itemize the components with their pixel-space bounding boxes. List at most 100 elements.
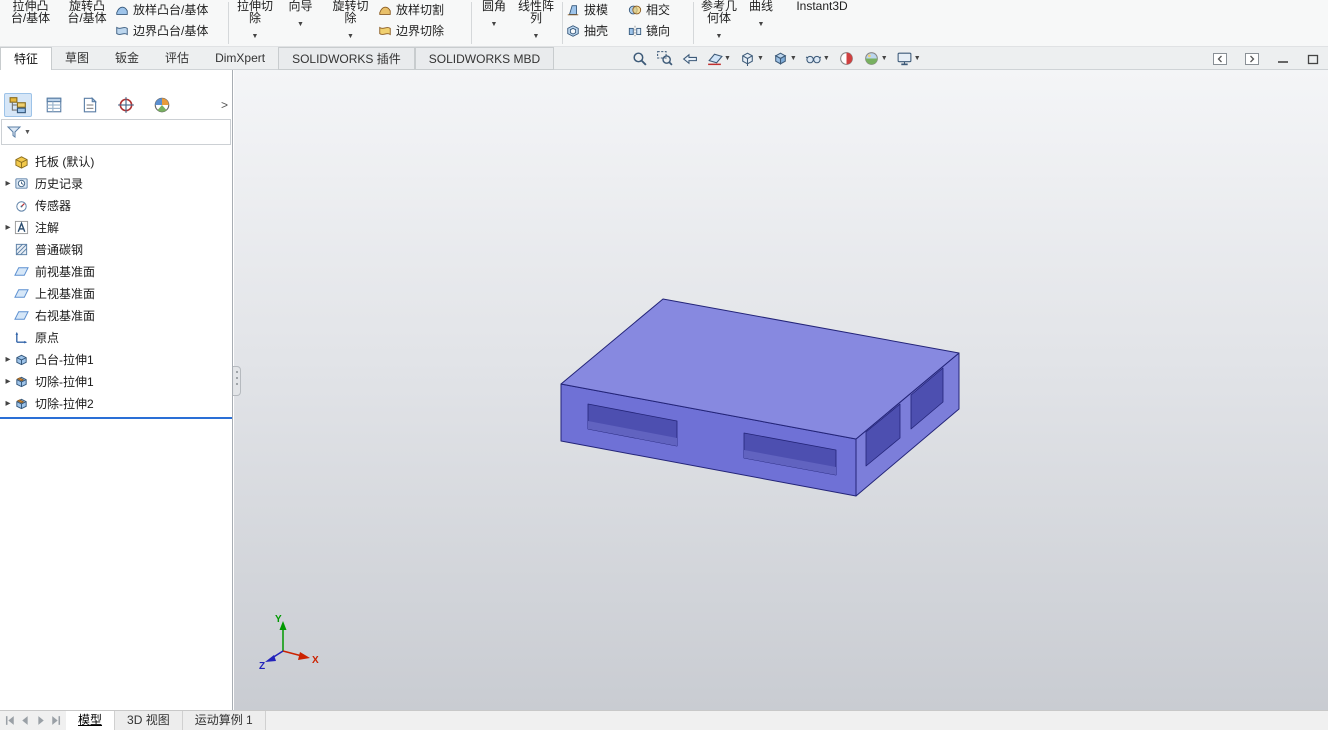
tree-row-material[interactable]: 普通碳钢 <box>0 238 232 260</box>
button-label: 边界凸台/基体 <box>133 24 209 38</box>
property-manager-tab[interactable] <box>40 93 68 117</box>
dropdown-arrow-icon[interactable]: ▼ <box>533 33 540 40</box>
display-manager-tab[interactable] <box>148 93 176 117</box>
shell-button[interactable]: 抽壳 <box>566 23 628 38</box>
extruded-boss-button[interactable]: 拉伸凸 台/基体 <box>2 0 59 46</box>
expand-arrow-icon[interactable]: ▸ <box>2 376 14 387</box>
instant3d-button[interactable]: Instant3D <box>787 0 857 46</box>
lofted-cut-button[interactable]: 放样切割 <box>378 2 468 17</box>
tab-model[interactable]: 模型 <box>66 711 116 730</box>
previous-view-button[interactable] <box>680 49 699 69</box>
previous-pane-icon[interactable] <box>1212 51 1228 67</box>
tree-root-row[interactable]: 托板 (默认) <box>0 150 232 172</box>
dropdown-arrow-icon[interactable]: ▼ <box>881 55 888 62</box>
tree-row-cut-extrude2[interactable]: ▸ 切除-拉伸2 <box>0 392 232 414</box>
dropdown-arrow-icon[interactable]: ▼ <box>790 55 797 62</box>
section-view-button[interactable]: ▼ <box>705 49 732 69</box>
curves-button[interactable]: 曲线 ▼ <box>741 0 781 46</box>
filter-funnel-icon[interactable] <box>6 124 22 140</box>
view-orientation-button[interactable]: ▼ <box>738 49 765 69</box>
reference-geometry-button[interactable]: 参考几 何体 ▼ <box>697 0 741 46</box>
boundary-boss-button[interactable]: 边界凸台/基体 <box>115 23 225 38</box>
tree-row-front-plane[interactable]: 前视基准面 <box>0 260 232 282</box>
apply-scene-button[interactable]: ▼ <box>862 49 889 69</box>
material-icon <box>14 242 31 257</box>
tab-3d-views[interactable]: 3D 视图 <box>115 711 183 730</box>
linear-pattern-button[interactable]: 线性阵 列 ▼ <box>513 0 559 46</box>
tree-row-top-plane[interactable]: 上视基准面 <box>0 282 232 304</box>
dropdown-arrow-icon[interactable]: ▼ <box>823 55 830 62</box>
tree-row-right-plane[interactable]: 右视基准面 <box>0 304 232 326</box>
display-style-button[interactable]: ▼ <box>771 49 798 69</box>
tab-sheet-metal[interactable]: 钣金 <box>102 47 152 70</box>
tab-motion-study-1[interactable]: 运动算例 1 <box>182 711 266 730</box>
panel-flyout-arrow-icon[interactable]: > <box>221 98 228 112</box>
configuration-manager-tab[interactable] <box>76 93 104 117</box>
previous-tab-icon[interactable] <box>19 714 32 727</box>
next-pane-icon[interactable] <box>1244 51 1260 67</box>
dropdown-arrow-icon[interactable]: ▼ <box>24 129 31 136</box>
feature-manager-tree-tab[interactable] <box>4 93 32 117</box>
boundary-cut-button[interactable]: 边界切除 <box>378 23 468 38</box>
pallet-model[interactable] <box>560 298 960 497</box>
extruded-cut-button[interactable]: 拉伸切 除 ▼ <box>232 0 278 46</box>
zoom-to-area-button[interactable] <box>655 49 674 69</box>
tree-row-annotations[interactable]: ▸ 注解 <box>0 216 232 238</box>
shell-icon <box>567 24 579 37</box>
tree-row-cut-extrude1[interactable]: ▸ 切除-拉伸1 <box>0 370 232 392</box>
fillet-button[interactable]: 圆角 ▼ <box>475 0 513 46</box>
dropdown-arrow-icon[interactable]: ▼ <box>757 55 764 62</box>
dropdown-arrow-icon[interactable]: ▼ <box>914 55 921 62</box>
first-tab-icon[interactable] <box>4 714 17 727</box>
dropdown-arrow-icon[interactable]: ▼ <box>724 55 731 62</box>
part-icon <box>14 154 31 169</box>
tree-row-history[interactable]: ▸ 历史记录 <box>0 172 232 194</box>
minimize-icon[interactable] <box>1276 52 1290 66</box>
graphics-viewport[interactable]: Y X Z <box>234 70 1328 710</box>
dropdown-arrow-icon[interactable]: ▼ <box>297 21 304 28</box>
tab-dimxpert[interactable]: DimXpert <box>202 47 278 70</box>
tree-row-origin[interactable]: 原点 <box>0 326 232 348</box>
hide-show-items-icon <box>805 55 822 64</box>
button-label: 曲线 <box>748 0 773 13</box>
panel-splitter-handle[interactable] <box>233 366 241 396</box>
tab-solidworks-addins[interactable]: SOLIDWORKS 插件 <box>278 47 415 70</box>
dimxpert-manager-tab[interactable] <box>112 93 140 117</box>
next-tab-icon[interactable] <box>34 714 47 727</box>
expand-arrow-icon[interactable]: ▸ <box>2 178 14 189</box>
hide-show-items-button[interactable]: ▼ <box>804 49 831 69</box>
tab-solidworks-mbd[interactable]: SOLIDWORKS MBD <box>414 47 555 70</box>
view-settings-button[interactable]: ▼ <box>895 49 922 69</box>
lofted-boss-button[interactable]: 放样凸台/基体 <box>115 2 225 17</box>
dropdown-arrow-icon[interactable]: ▼ <box>252 33 259 40</box>
tab-features[interactable]: 特征 <box>0 47 53 70</box>
revolved-cut-button[interactable]: 旋转切 除 ▼ <box>323 0 378 46</box>
section-view-icon <box>708 53 723 66</box>
zoom-to-fit-button[interactable] <box>630 49 649 69</box>
tab-evaluate[interactable]: 评估 <box>152 47 202 70</box>
tree-row-sensors[interactable]: 传感器 <box>0 194 232 216</box>
restore-icon[interactable] <box>1306 52 1320 66</box>
expand-arrow-icon[interactable]: ▸ <box>2 398 14 409</box>
expand-arrow-icon[interactable]: ▸ <box>2 222 14 233</box>
dropdown-arrow-icon[interactable]: ▼ <box>758 21 765 28</box>
expand-arrow-icon[interactable]: ▸ <box>2 354 14 365</box>
draft-button[interactable]: 拔模 <box>566 2 628 17</box>
tree-row-boss-extrude1[interactable]: ▸ 凸台-拉伸1 <box>0 348 232 370</box>
solidworks-window: 拉伸凸 台/基体 旋转凸 台/基体 放样凸台/基体 边界凸台/基体 拉伸切 除 … <box>0 0 1328 730</box>
intersect-button[interactable]: 相交 <box>628 2 690 17</box>
cut-extrude-icon <box>14 396 31 411</box>
boundary-cut-icon <box>379 26 391 35</box>
tab-sketch[interactable]: 草图 <box>52 47 102 70</box>
edit-appearance-button[interactable] <box>837 49 856 69</box>
mirror-button[interactable]: 镜向 <box>628 23 690 38</box>
rollback-bar[interactable] <box>0 417 232 419</box>
dropdown-arrow-icon[interactable]: ▼ <box>347 33 354 40</box>
last-tab-icon[interactable] <box>49 714 62 727</box>
dropdown-arrow-icon[interactable]: ▼ <box>491 21 498 28</box>
hole-wizard-button[interactable]: 向导 ▼ <box>278 0 323 46</box>
tree-filter-input[interactable] <box>32 122 226 142</box>
dropdown-arrow-icon[interactable]: ▼ <box>716 33 723 40</box>
orientation-triad: Y X Z <box>259 614 319 672</box>
revolved-boss-button[interactable]: 旋转凸 台/基体 <box>59 0 115 46</box>
